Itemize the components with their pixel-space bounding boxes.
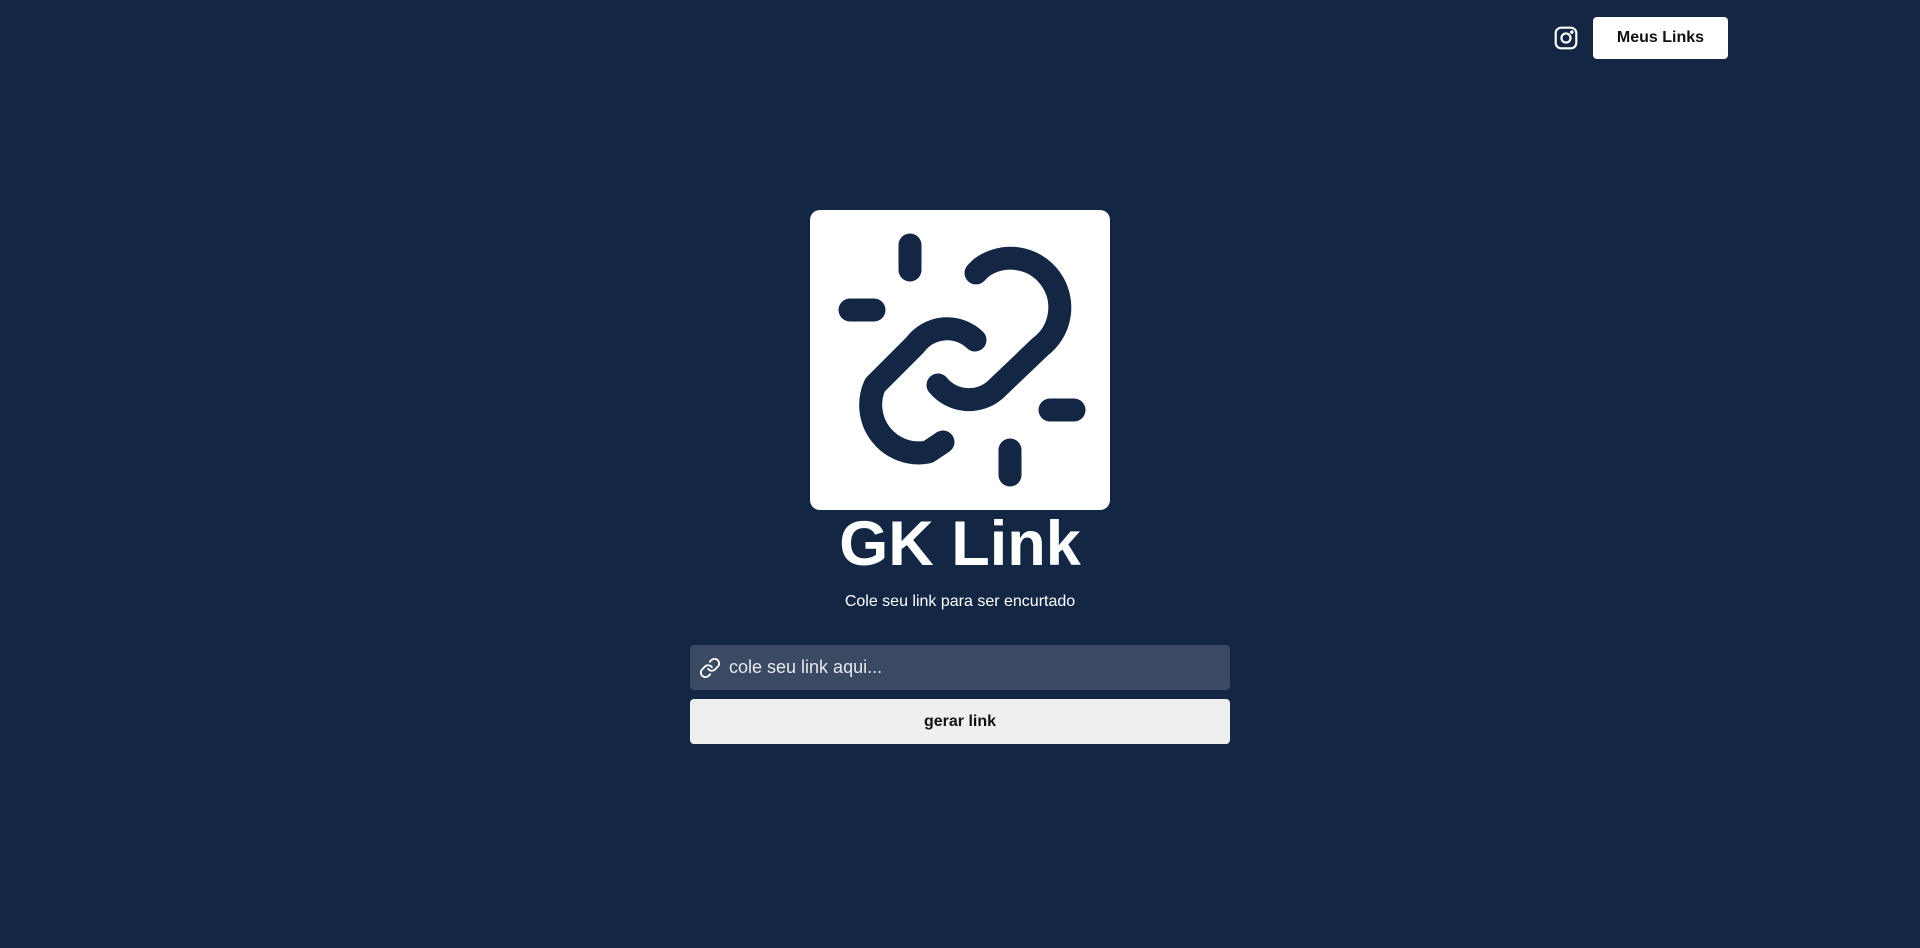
top-bar: Meus Links: [1552, 17, 1728, 59]
link-input[interactable]: [729, 645, 1230, 690]
instagram-icon: [1554, 26, 1578, 50]
link-input-container: [690, 645, 1230, 690]
page: Meus Links GK Link Cole seu link para se…: [0, 0, 1920, 948]
page-title: GK Link: [839, 509, 1081, 579]
instagram-link[interactable]: [1552, 24, 1580, 52]
generate-link-button[interactable]: gerar link: [690, 699, 1230, 744]
broken-chain-link-icon: [838, 233, 1086, 487]
page-subtitle: Cole seu link para ser encurtado: [844, 593, 1076, 610]
my-links-button[interactable]: Meus Links: [1593, 17, 1728, 59]
logo: [810, 210, 1110, 510]
link-icon: [699, 657, 721, 679]
